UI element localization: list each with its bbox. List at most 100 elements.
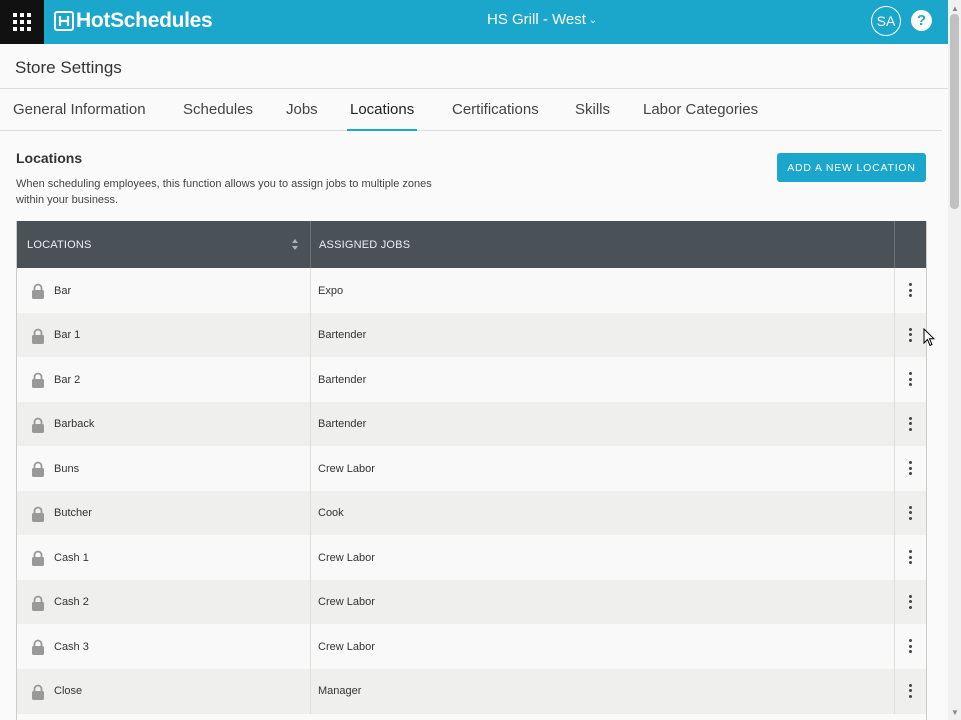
table-border — [926, 221, 927, 720]
assigned-job: Cook — [318, 507, 344, 519]
lock-icon — [32, 550, 44, 566]
tab-schedules[interactable]: Schedules — [183, 101, 253, 131]
column-header-locations[interactable]: LOCATIONS — [27, 221, 92, 268]
row-menu-icon[interactable] — [905, 683, 915, 698]
lock-icon — [32, 417, 44, 433]
tab-labor-categories[interactable]: Labor Categories — [643, 101, 758, 131]
tab-skills[interactable]: Skills — [575, 101, 610, 131]
tab-jobs[interactable]: Jobs — [286, 101, 318, 131]
location-name: Cash 3 — [54, 640, 89, 653]
lock-icon — [32, 461, 44, 477]
table-row[interactable]: Cash 3 Crew Labor — [17, 624, 927, 669]
page-scrollbar[interactable]: ▲ ▼ — [948, 0, 961, 720]
column-divider — [310, 221, 311, 268]
row-menu-icon[interactable] — [905, 283, 915, 297]
column-divider — [310, 268, 311, 313]
column-divider — [894, 490, 895, 536]
sort-icon[interactable] — [292, 239, 298, 250]
location-name: Barback — [54, 418, 95, 430]
row-menu-icon[interactable] — [905, 461, 915, 475]
column-divider — [310, 357, 311, 402]
mouse-cursor-icon — [923, 328, 935, 347]
add-new-location-button[interactable]: ADD A NEW LOCATION — [777, 153, 926, 182]
column-divider — [310, 579, 311, 625]
section-title: Locations — [16, 150, 83, 166]
column-divider — [894, 268, 895, 313]
column-divider — [310, 490, 311, 536]
table-row[interactable]: Barback Bartender — [17, 401, 927, 447]
column-divider — [310, 624, 311, 669]
assigned-job: Expo — [318, 284, 344, 297]
location-name: Butcher — [54, 507, 92, 519]
row-menu-icon[interactable] — [905, 550, 915, 564]
location-name: Close — [54, 685, 83, 697]
assigned-job: Crew Labor — [318, 551, 375, 564]
page-header: Store Settings — [0, 44, 948, 89]
column-divider — [894, 446, 895, 491]
row-menu-icon[interactable] — [905, 372, 915, 386]
column-divider — [894, 401, 895, 447]
assigned-job: Bartender — [318, 329, 367, 341]
assigned-job: Crew Labor — [318, 596, 375, 608]
column-divider — [894, 221, 895, 268]
tab-locations[interactable]: Locations — [347, 101, 418, 131]
tab-general-information[interactable]: General Information — [13, 101, 146, 131]
tab-certifications[interactable]: Certifications — [452, 101, 539, 131]
table-row[interactable]: Close Manager — [17, 668, 927, 714]
table-row[interactable]: Buns Crew Labor — [17, 446, 927, 491]
row-menu-icon[interactable] — [905, 416, 915, 431]
table-header: LOCATIONS ASSIGNED JOBS — [17, 221, 927, 268]
column-divider — [310, 535, 311, 580]
lock-icon — [32, 639, 44, 655]
column-divider — [894, 579, 895, 625]
location-name: Cash 1 — [54, 551, 89, 564]
locations-table: LOCATIONS ASSIGNED JOBS Bar Expo Bar 1 Bart… — [16, 221, 927, 720]
location-name: Cash 2 — [54, 596, 89, 608]
column-divider — [310, 312, 311, 358]
row-menu-icon[interactable] — [905, 327, 915, 342]
row-menu-icon[interactable] — [905, 594, 915, 609]
location-name: Bar 2 — [54, 373, 81, 386]
store-selector[interactable]: HS Grill - West ⌄ — [487, 11, 597, 28]
table-row[interactable]: Cash 2 Crew Labor — [17, 579, 927, 625]
user-avatar[interactable]: SA — [871, 6, 901, 36]
location-name: Buns — [54, 462, 80, 475]
brand-logo[interactable]: HotSchedules — [54, 8, 213, 34]
assigned-job: Crew Labor — [318, 462, 375, 475]
lock-icon — [32, 506, 44, 522]
lock-icon — [32, 328, 44, 344]
settings-tabs: General Information Schedules Jobs Locat… — [0, 90, 942, 131]
scroll-down-icon[interactable]: ▼ — [951, 708, 959, 717]
row-menu-icon[interactable] — [905, 505, 915, 520]
page-title: Store Settings — [15, 58, 122, 77]
assigned-job: Bartender — [318, 373, 367, 386]
app-grid-icon[interactable] — [0, 0, 44, 44]
top-bar: HotSchedules HS Grill - West ⌄ SA ? — [0, 0, 948, 44]
assigned-job: Bartender — [318, 418, 367, 430]
column-divider — [894, 624, 895, 669]
lock-icon — [32, 595, 44, 611]
table-row[interactable]: Bar 2 Bartender — [17, 357, 927, 402]
chevron-down-icon: ⌄ — [588, 15, 598, 26]
help-icon[interactable]: ? — [911, 10, 932, 31]
column-divider — [310, 446, 311, 491]
table-row[interactable]: Bar 1 Bartender — [17, 312, 927, 358]
row-menu-icon[interactable] — [905, 639, 915, 653]
scroll-up-icon[interactable]: ▲ — [951, 4, 959, 13]
table-row[interactable]: Cash 1 Crew Labor — [17, 535, 927, 580]
hotschedules-logo-icon — [54, 11, 74, 31]
table-row[interactable]: Bar Expo — [17, 268, 927, 313]
assigned-job: Manager — [318, 685, 362, 697]
assigned-job: Crew Labor — [318, 640, 375, 653]
lock-icon — [32, 283, 44, 299]
section-description: When scheduling employees, this function… — [16, 178, 432, 206]
column-divider — [894, 357, 895, 402]
location-name: Bar — [54, 284, 72, 297]
table-row[interactable]: Butcher Cook — [17, 490, 927, 536]
column-header-assigned-jobs: ASSIGNED JOBS — [319, 238, 411, 251]
column-divider — [894, 535, 895, 580]
lock-icon — [32, 372, 44, 388]
scroll-thumb[interactable] — [950, 14, 959, 209]
store-name: HS Grill - West — [487, 11, 586, 28]
brand-name: HotSchedules — [76, 9, 213, 32]
